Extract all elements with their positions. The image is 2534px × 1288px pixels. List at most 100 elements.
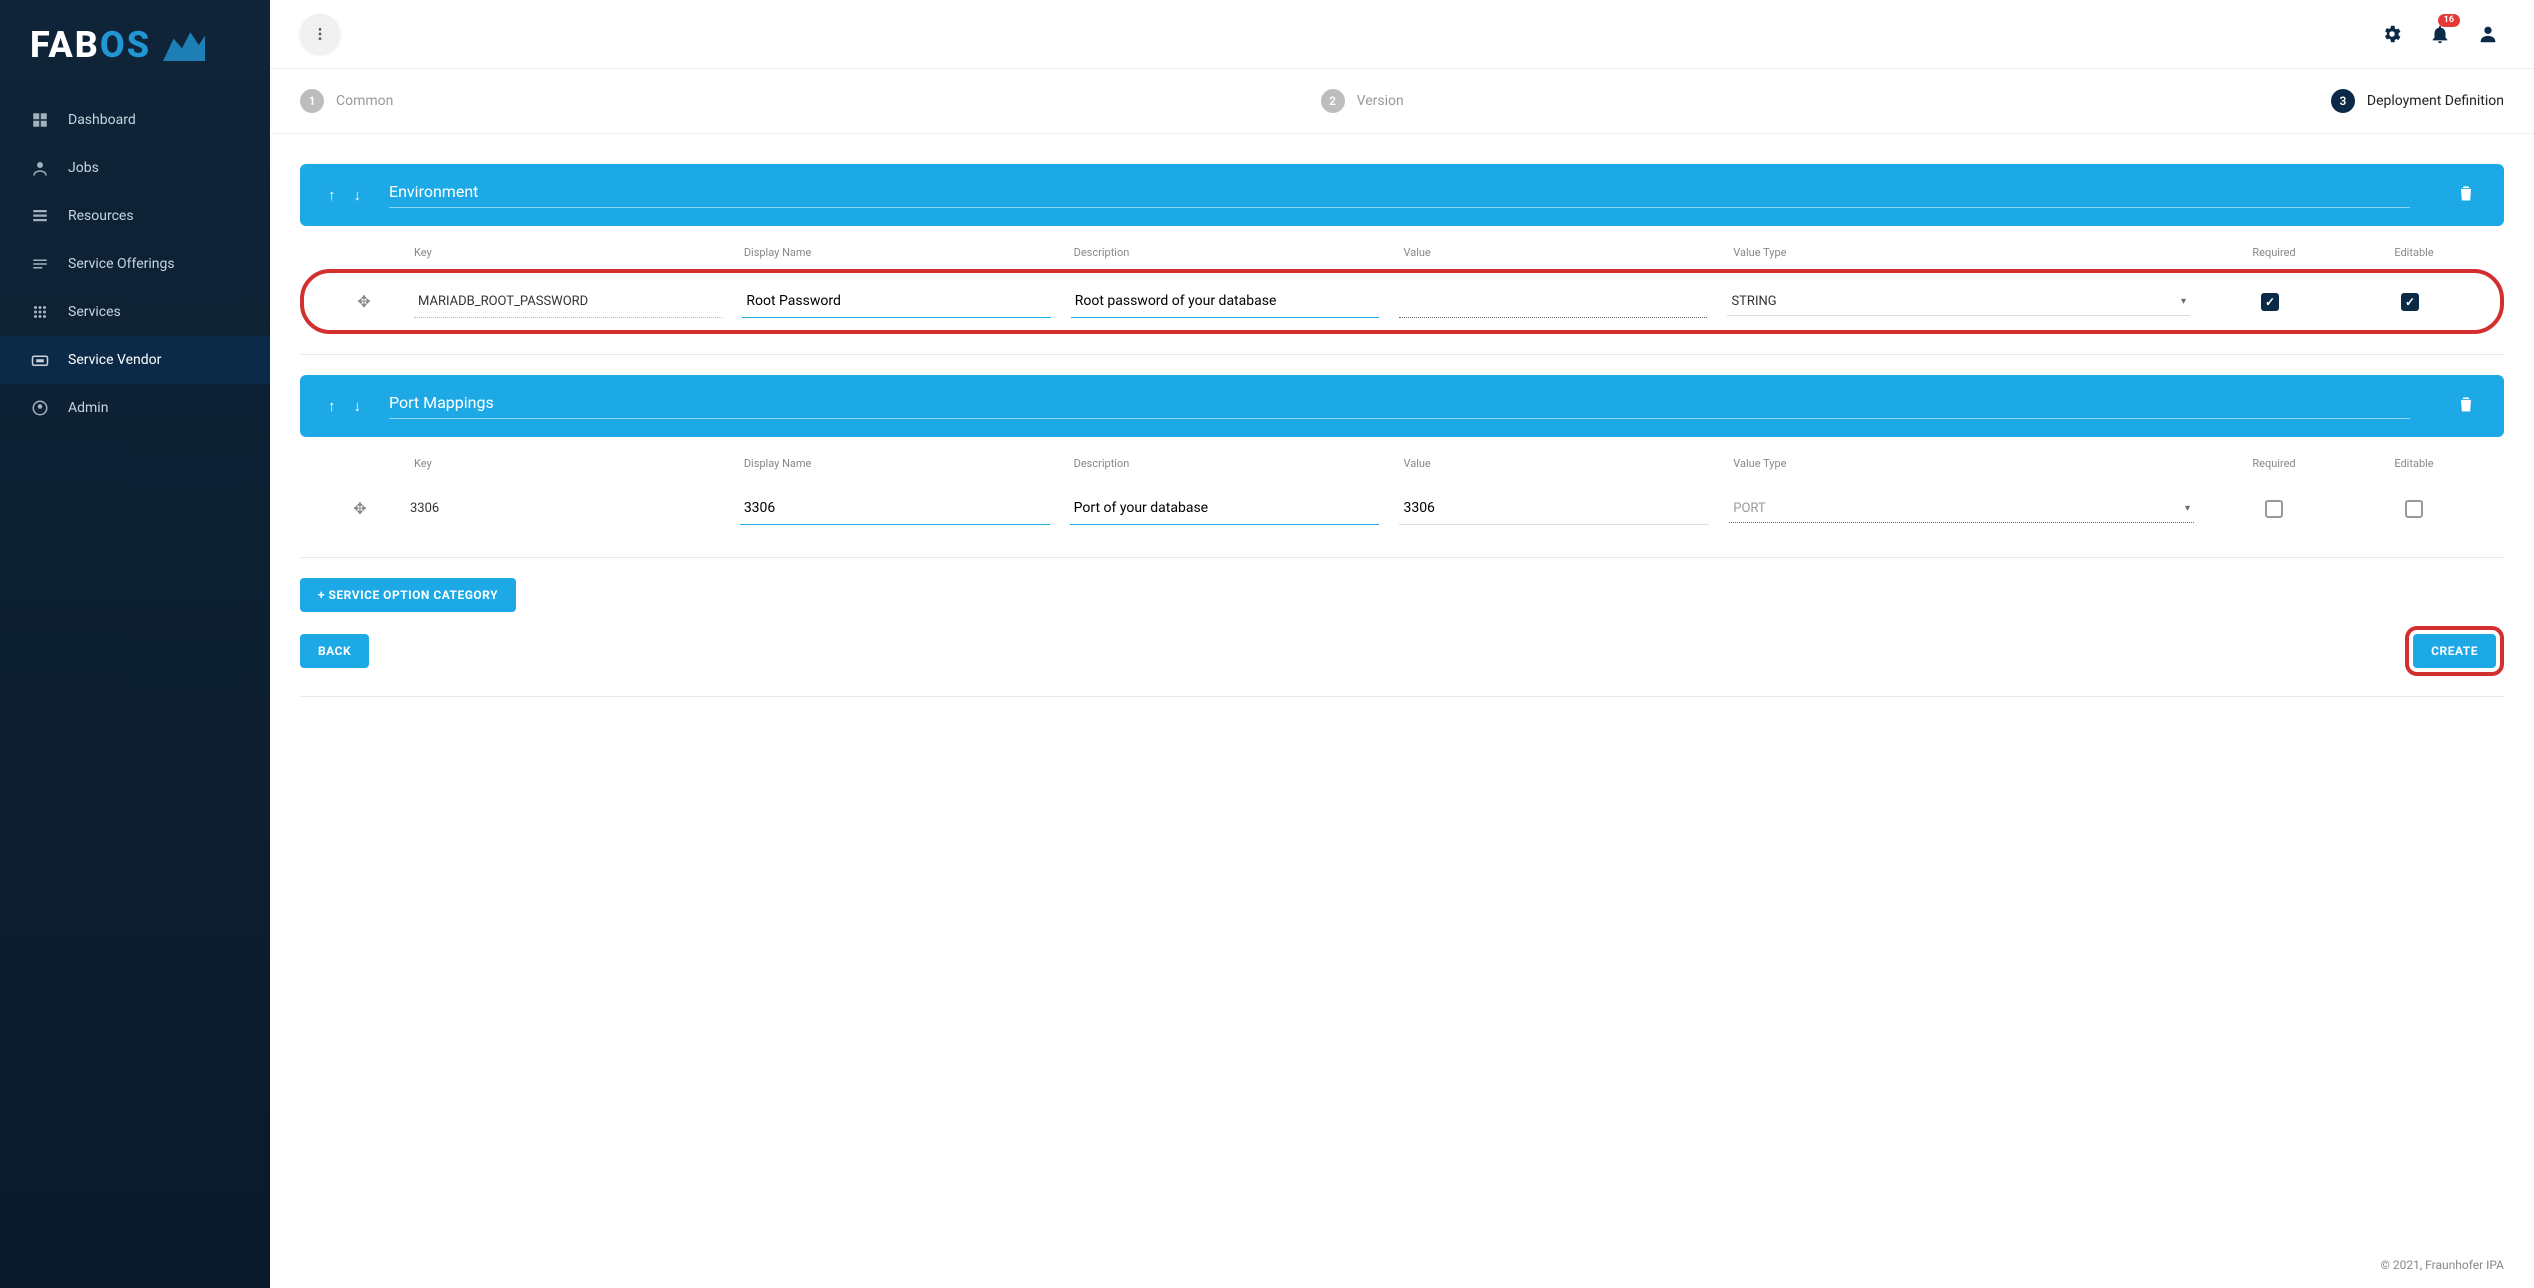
env-key: MARIADB_ROOT_PASSWORD: [414, 286, 722, 318]
sidebar-item-dashboard[interactable]: Dashboard: [0, 96, 270, 144]
create-button[interactable]: Create: [2413, 634, 2496, 668]
sidebar-item-label: Jobs: [68, 160, 99, 176]
sidebar: FABOS Dashboard Jobs Resources: [0, 0, 270, 1288]
section-title: Environment: [389, 182, 2410, 208]
col-desc: Description: [1070, 246, 1380, 259]
drag-handle-icon[interactable]: ✥: [330, 499, 390, 518]
col-value: Value: [1399, 457, 1709, 470]
actions-row: + Service option category: [300, 578, 2504, 612]
col-desc: Description: [1070, 457, 1380, 470]
section-header-environment: ↑ ↓ Environment: [300, 164, 2504, 226]
col-key: Key: [410, 246, 720, 259]
port-description-input[interactable]: [1070, 492, 1380, 525]
port-column-headers: Key Display Name Description Value Value…: [300, 457, 2504, 480]
section-title: Port Mappings: [389, 393, 2410, 419]
col-value: Value: [1399, 246, 1709, 259]
step-version[interactable]: 2 Version: [1321, 89, 1404, 113]
port-display-name-input[interactable]: [740, 492, 1050, 525]
sidebar-item-services[interactable]: Services: [0, 288, 270, 336]
gear-icon: [2381, 23, 2403, 45]
arrow-up-icon[interactable]: ↑: [328, 186, 336, 204]
port-row-3306: ✥ 3306 PORT ▾: [300, 480, 2504, 537]
env-display-name-input[interactable]: [742, 285, 1050, 318]
col-display: Display Name: [740, 246, 1050, 259]
create-button-highlight: Create: [2405, 626, 2504, 676]
dashboard-icon: [30, 110, 50, 130]
main: 16 1 Common 2 Version 3 Deployment Defin…: [270, 0, 2534, 1288]
port-value-input[interactable]: [1399, 492, 1709, 525]
col-required: Required: [2214, 457, 2334, 470]
col-display: Display Name: [740, 457, 1050, 470]
step-label: Common: [336, 93, 393, 109]
arrow-up-icon[interactable]: ↑: [328, 397, 336, 415]
port-value-type-select[interactable]: PORT ▾: [1729, 495, 2194, 523]
col-key: Key: [410, 457, 720, 470]
logo-mark-icon: [163, 29, 205, 61]
col-vtype: Value Type: [1729, 457, 2194, 470]
resources-icon: [30, 206, 50, 226]
caret-down-icon: ▾: [2181, 296, 2186, 307]
col-vtype: Value Type: [1729, 246, 2194, 259]
settings-button[interactable]: [2376, 18, 2408, 50]
account-button[interactable]: [2472, 18, 2504, 50]
env-editable-checkbox[interactable]: [2401, 293, 2419, 311]
port-required-checkbox[interactable]: [2265, 500, 2283, 518]
env-description-input[interactable]: [1071, 285, 1379, 318]
sidebar-item-admin[interactable]: Admin: [0, 384, 270, 432]
topbar: 16: [270, 0, 2534, 68]
env-value-type-select[interactable]: STRING ▾: [1727, 288, 2190, 316]
sidebar-item-jobs[interactable]: Jobs: [0, 144, 270, 192]
col-required: Required: [2214, 246, 2334, 259]
footer: © 2021, Fraunhofer IPA: [270, 1241, 2534, 1288]
section-header-port-mappings: ↑ ↓ Port Mappings: [300, 375, 2504, 437]
sidebar-item-label: Resources: [68, 208, 134, 224]
value-type-label: PORT: [1733, 501, 1765, 516]
port-editable-checkbox[interactable]: [2405, 500, 2423, 518]
env-row-mariadb-root-password: ✥ MARIADB_ROOT_PASSWORD STRING ▾: [300, 269, 2504, 334]
env-column-headers: Key Display Name Description Value Value…: [300, 246, 2504, 269]
offerings-icon: [30, 254, 50, 274]
sidebar-item-resources[interactable]: Resources: [0, 192, 270, 240]
vendor-icon: [30, 350, 50, 370]
more-vert-icon: [312, 26, 328, 42]
step-deployment-definition[interactable]: 3 Deployment Definition: [2331, 89, 2504, 113]
trash-icon[interactable]: [2456, 183, 2476, 208]
arrow-down-icon[interactable]: ↓: [354, 397, 362, 415]
services-icon: [30, 302, 50, 322]
col-editable: Editable: [2354, 246, 2474, 259]
step-number: 3: [2331, 89, 2355, 113]
jobs-icon: [30, 158, 50, 178]
env-required-checkbox[interactable]: [2261, 293, 2279, 311]
arrow-down-icon[interactable]: ↓: [354, 186, 362, 204]
port-key: 3306: [410, 501, 720, 516]
notification-badge: 16: [2438, 14, 2460, 27]
step-label: Version: [1357, 93, 1404, 109]
env-value-input[interactable]: [1399, 285, 1707, 318]
sidebar-item-label: Service Offerings: [68, 256, 175, 272]
sidebar-item-service-vendor[interactable]: Service Vendor: [0, 336, 270, 384]
caret-down-icon: ▾: [2185, 503, 2190, 514]
step-common[interactable]: 1 Common: [300, 89, 393, 113]
notifications-button[interactable]: 16: [2424, 18, 2456, 50]
trash-icon[interactable]: [2456, 394, 2476, 419]
sidebar-item-label: Admin: [68, 400, 108, 416]
sidebar-item-label: Dashboard: [68, 112, 136, 128]
value-type-label: STRING: [1731, 294, 1776, 309]
drag-handle-icon[interactable]: ✥: [334, 292, 394, 311]
person-icon: [2477, 23, 2499, 45]
logo: FABOS: [0, 0, 270, 96]
step-number: 1: [300, 89, 324, 113]
add-service-option-category-button[interactable]: + Service option category: [300, 578, 516, 612]
nav: Dashboard Jobs Resources Service Offerin…: [0, 96, 270, 432]
sidebar-item-service-offerings[interactable]: Service Offerings: [0, 240, 270, 288]
sidebar-item-label: Services: [68, 304, 121, 320]
sidebar-item-label: Service Vendor: [68, 352, 161, 368]
more-menu-button[interactable]: [300, 14, 340, 54]
step-label: Deployment Definition: [2367, 93, 2504, 109]
back-button[interactable]: Back: [300, 634, 369, 668]
stepper: 1 Common 2 Version 3 Deployment Definiti…: [270, 68, 2534, 134]
content: ↑ ↓ Environment Key Display Name Descrip…: [270, 134, 2534, 1241]
admin-icon: [30, 398, 50, 418]
step-number: 2: [1321, 89, 1345, 113]
logo-text: FABOS: [30, 24, 151, 66]
